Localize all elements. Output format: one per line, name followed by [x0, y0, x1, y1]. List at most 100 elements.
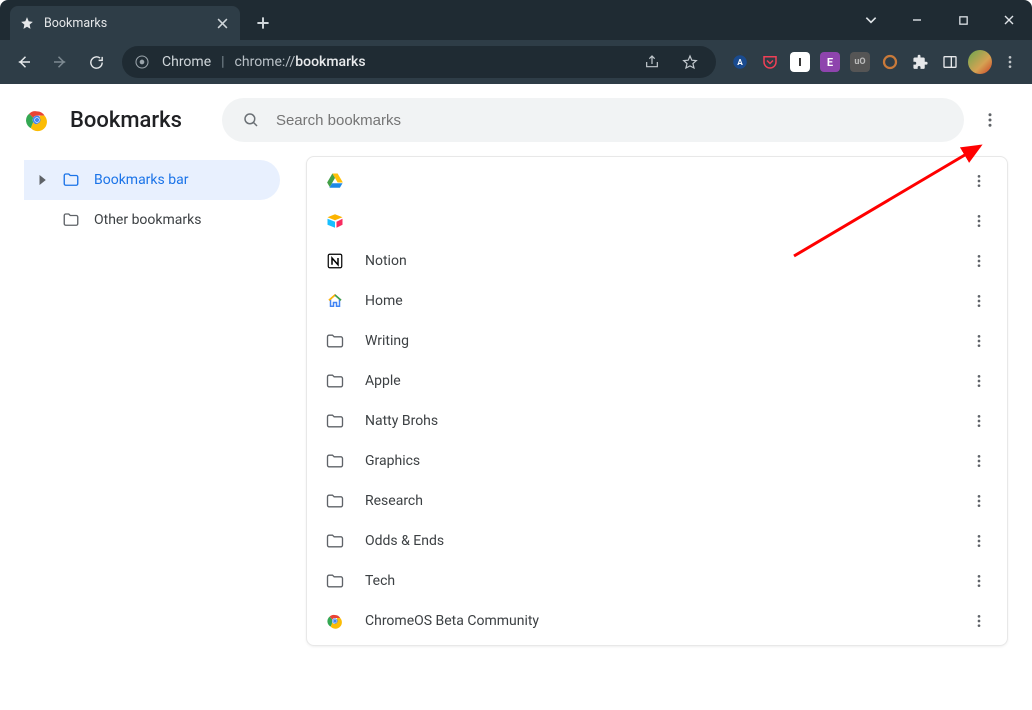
bookmark-row[interactable]: Writing [307, 321, 1007, 361]
bookmark-star-icon[interactable] [676, 48, 704, 76]
bookmark-more-button[interactable] [963, 525, 995, 557]
extensions-puzzle-icon[interactable] [906, 48, 934, 76]
bookmark-more-button[interactable] [963, 285, 995, 317]
bookmark-more-button[interactable] [963, 365, 995, 397]
bookmark-title: Writing [365, 333, 963, 349]
search-input[interactable] [276, 112, 944, 129]
share-icon[interactable] [638, 48, 666, 76]
bookmark-more-button[interactable] [963, 485, 995, 517]
search-wrap [222, 98, 1008, 142]
chrome-menu-button[interactable] [996, 48, 1024, 76]
home-icon [325, 291, 345, 311]
bookmark-more-button[interactable] [963, 565, 995, 597]
bookmark-title: Natty Brohs [365, 413, 963, 429]
bookmark-row[interactable]: ChromeOS Beta Community [307, 601, 1007, 641]
bookmark-row[interactable]: Research [307, 481, 1007, 521]
organize-menu-button[interactable] [972, 102, 1008, 138]
close-window-button[interactable] [986, 0, 1032, 40]
folder-icon [325, 571, 345, 591]
bookmark-more-button[interactable] [963, 245, 995, 277]
browser-toolbar: Chrome | chrome://bookmarks A I E uO [0, 40, 1032, 84]
bookmark-more-button[interactable] [963, 405, 995, 437]
extension-icon[interactable]: A [726, 48, 754, 76]
titlebar: Bookmarks [0, 0, 1032, 40]
sidebar-item-label: Other bookmarks [94, 212, 201, 228]
search-box[interactable] [222, 98, 964, 142]
url-scheme-label: Chrome [162, 54, 211, 70]
url-text: chrome://bookmarks [235, 54, 366, 70]
folder-icon [325, 411, 345, 431]
page-header: Bookmarks [8, 84, 1024, 156]
bookmarks-page: Bookmarks Bookmarks bar [8, 84, 1024, 702]
bookmark-title: Apple [365, 373, 963, 389]
folder-icon [325, 371, 345, 391]
bookmark-more-button[interactable] [963, 445, 995, 477]
bookmark-row[interactable] [307, 161, 1007, 201]
star-icon [20, 16, 34, 30]
site-info-icon [134, 54, 150, 70]
folder-icon [325, 491, 345, 511]
bookmark-row[interactable]: Notion [307, 241, 1007, 281]
chrome-logo-icon [24, 107, 50, 133]
bookmark-more-button[interactable] [963, 205, 995, 237]
drive-icon [325, 171, 345, 191]
window-controls [848, 0, 1032, 40]
window: Bookmarks Chrome | chrome://bookmarks [0, 0, 1032, 710]
tab-strip: Bookmarks [0, 0, 278, 40]
bookmark-row[interactable]: Graphics [307, 441, 1007, 481]
minimize-button[interactable] [894, 0, 940, 40]
maximize-button[interactable] [940, 0, 986, 40]
bookmark-title: ChromeOS Beta Community [365, 613, 963, 629]
profile-avatar[interactable] [966, 48, 994, 76]
bookmark-title: Research [365, 493, 963, 509]
bookmark-more-button[interactable] [963, 165, 995, 197]
bookmark-title: Graphics [365, 453, 963, 469]
pocket-icon[interactable] [756, 48, 784, 76]
page-title: Bookmarks [70, 108, 182, 133]
forward-button[interactable] [44, 46, 76, 78]
address-bar[interactable]: Chrome | chrome://bookmarks [122, 46, 716, 78]
bookmark-more-button[interactable] [963, 605, 995, 637]
bookmark-row[interactable]: Home [307, 281, 1007, 321]
expand-arrow-icon[interactable] [38, 175, 48, 185]
extension-e-icon[interactable]: E [816, 48, 844, 76]
bookmark-list: Notion Home Writing Apple Natty Brohs Graphic… [306, 156, 1008, 646]
folder-icon [325, 531, 345, 551]
svg-text:A: A [737, 58, 743, 68]
extension-circle-icon[interactable] [876, 48, 904, 76]
airtable-icon [325, 211, 345, 231]
sidebar-item-other-bookmarks[interactable]: Other bookmarks [24, 200, 280, 240]
bookmark-title: Notion [365, 253, 963, 269]
notion-icon [325, 251, 345, 271]
bookmark-title: Home [365, 293, 963, 309]
bookmark-row[interactable]: Natty Brohs [307, 401, 1007, 441]
folder-icon [62, 171, 80, 189]
browser-tab[interactable]: Bookmarks [10, 6, 240, 40]
window-dropdown-button[interactable] [848, 0, 894, 40]
reload-button[interactable] [80, 46, 112, 78]
extension-shield-icon[interactable]: uO [846, 48, 874, 76]
bookmark-title: Tech [365, 573, 963, 589]
folder-icon [62, 211, 80, 229]
new-tab-button[interactable] [248, 8, 278, 38]
folder-icon [325, 331, 345, 351]
side-panel-icon[interactable] [936, 48, 964, 76]
bookmark-more-button[interactable] [963, 325, 995, 357]
sidebar-item-label: Bookmarks bar [94, 172, 188, 188]
sidebar: Bookmarks bar Other bookmarks [24, 156, 280, 702]
bookmark-row[interactable]: Tech [307, 561, 1007, 601]
extension-i-icon[interactable]: I [786, 48, 814, 76]
folder-icon [325, 451, 345, 471]
back-button[interactable] [8, 46, 40, 78]
chrome-icon [325, 611, 345, 631]
bookmark-row[interactable]: Apple [307, 361, 1007, 401]
url-separator: | [221, 54, 224, 70]
bookmark-row[interactable] [307, 201, 1007, 241]
bookmark-title: Odds & Ends [365, 533, 963, 549]
tab-title: Bookmarks [44, 16, 204, 31]
bookmark-row[interactable]: Odds & Ends [307, 521, 1007, 561]
sidebar-item-bookmarks-bar[interactable]: Bookmarks bar [24, 160, 280, 200]
content-wrapper: Bookmarks Bookmarks bar [0, 84, 1032, 710]
toolbar-extensions: A I E uO [726, 48, 1024, 76]
tab-close-button[interactable] [214, 15, 230, 31]
